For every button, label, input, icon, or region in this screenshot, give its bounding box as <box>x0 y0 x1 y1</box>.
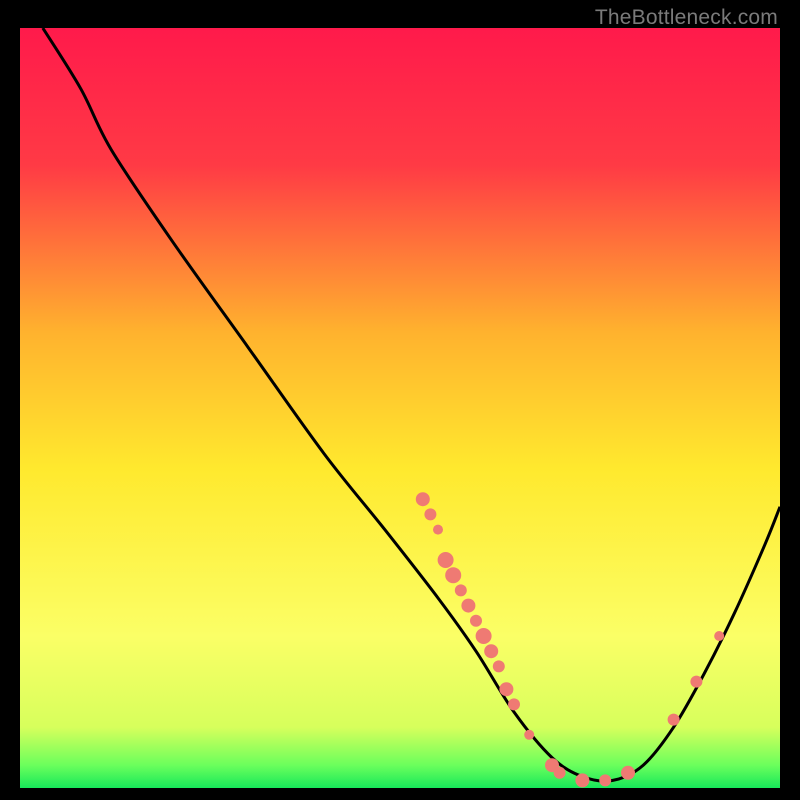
data-marker <box>714 631 724 641</box>
data-marker <box>499 682 513 696</box>
watermark-text: TheBottleneck.com <box>595 6 778 30</box>
data-marker <box>668 714 680 726</box>
data-marker <box>621 766 635 780</box>
data-marker <box>599 774 611 786</box>
data-marker <box>575 773 589 787</box>
data-marker <box>690 676 702 688</box>
data-marker <box>508 698 520 710</box>
data-marker <box>554 767 566 779</box>
data-marker <box>455 584 467 596</box>
data-marker <box>493 660 505 672</box>
data-marker <box>461 599 475 613</box>
data-marker <box>424 508 436 520</box>
data-marker <box>476 628 492 644</box>
chart-frame <box>20 28 780 788</box>
data-marker <box>416 492 430 506</box>
data-marker <box>438 552 454 568</box>
data-marker <box>484 644 498 658</box>
gradient-background <box>20 28 780 788</box>
bottleneck-chart <box>20 28 780 788</box>
data-marker <box>433 525 443 535</box>
data-marker <box>445 567 461 583</box>
data-marker <box>524 730 534 740</box>
data-marker <box>470 615 482 627</box>
